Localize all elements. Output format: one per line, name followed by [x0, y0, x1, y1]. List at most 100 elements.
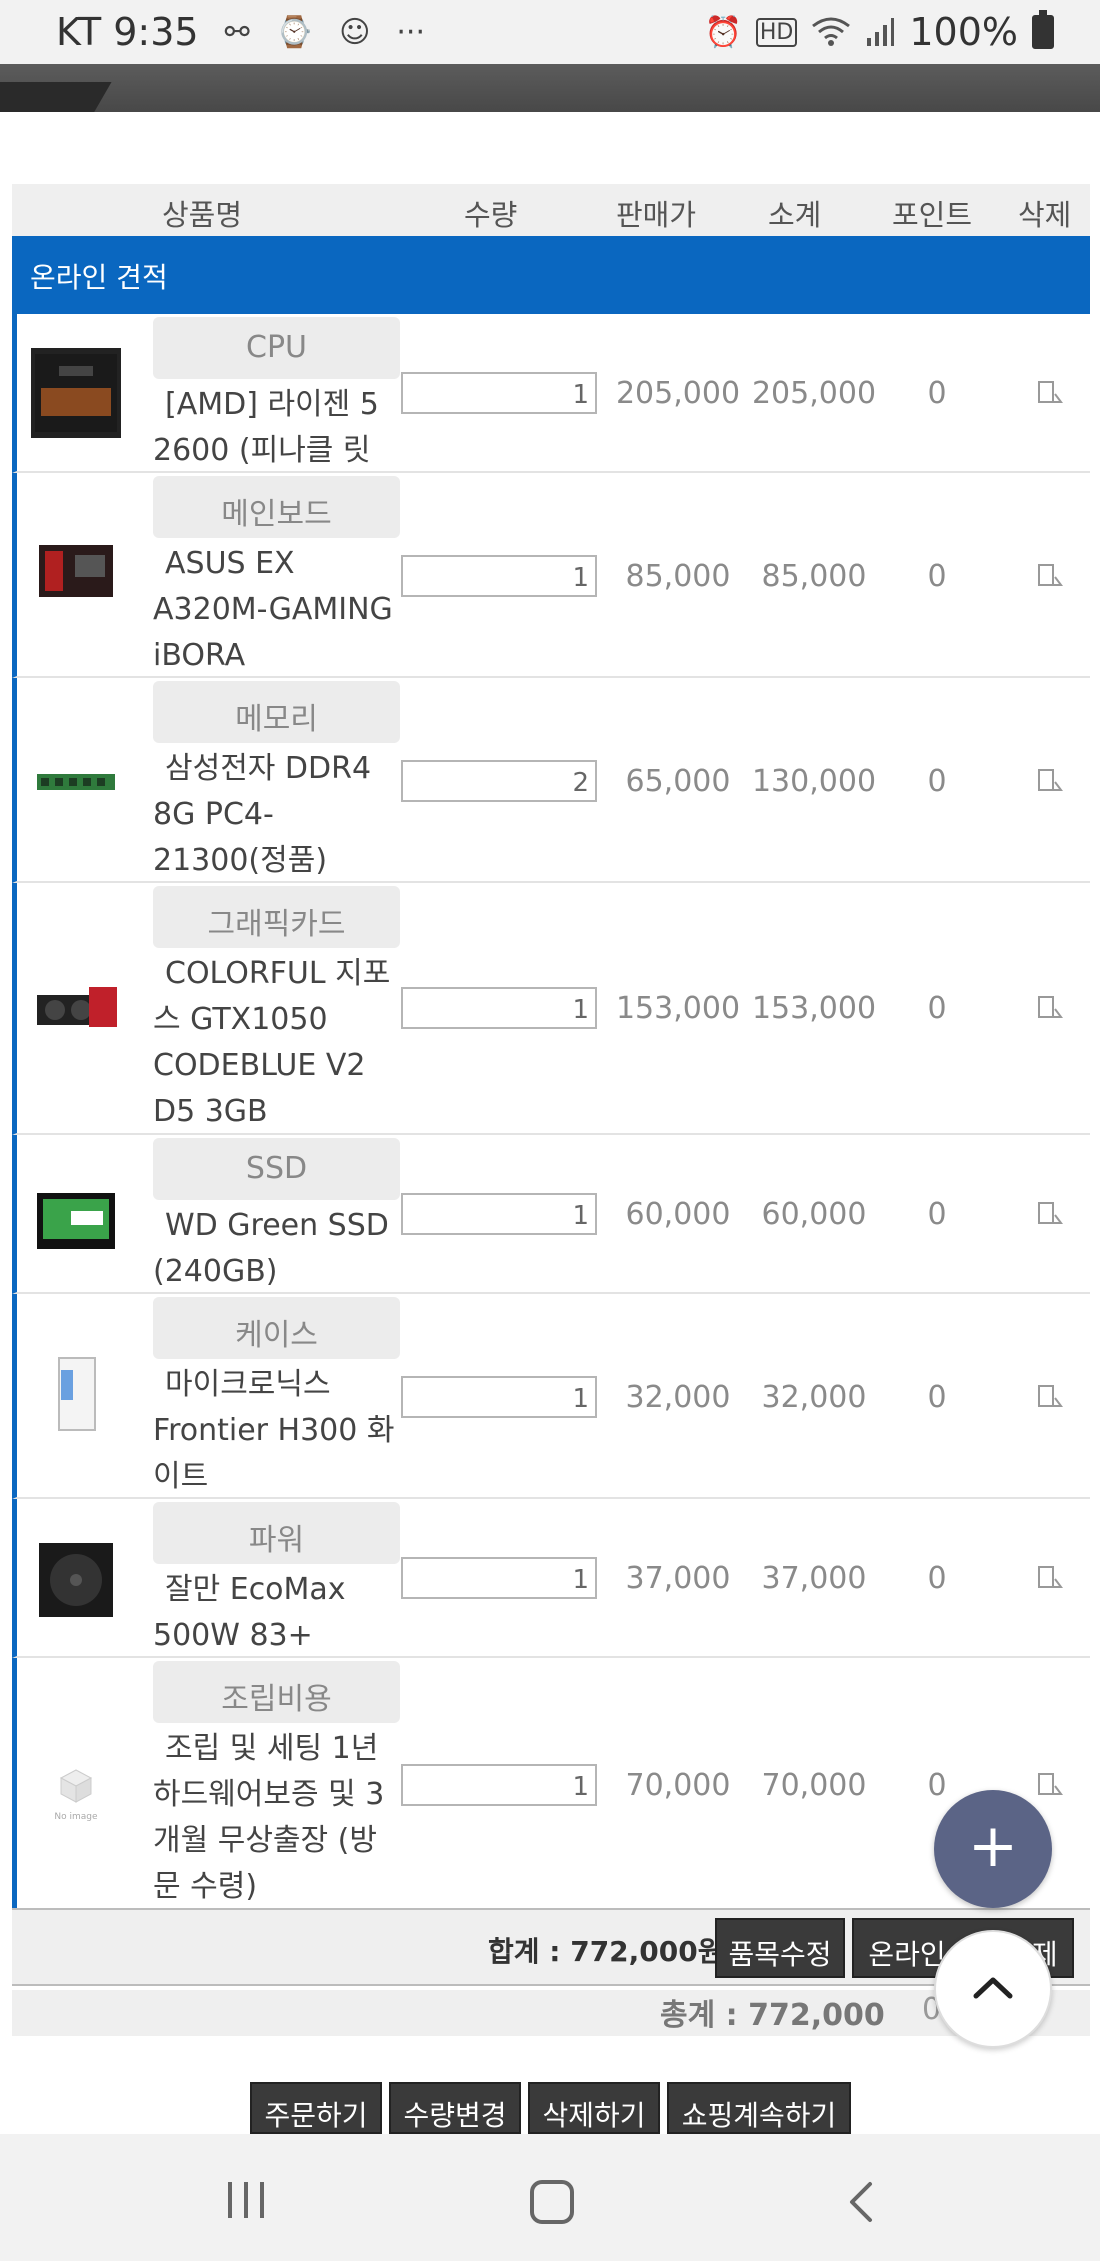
battery-icon	[1032, 10, 1054, 49]
section-title: 온라인 견적	[12, 236, 1090, 314]
product-name[interactable]: 마이크로닉스 Frontier H300 화이트	[153, 1362, 403, 1500]
delete-icon[interactable]	[1035, 1563, 1065, 1593]
unit-price: 85,000	[625, 559, 731, 594]
product-image	[31, 965, 121, 1055]
subtotal: 32,000	[761, 1380, 867, 1415]
points: 0	[927, 1561, 947, 1596]
product-image	[31, 1348, 121, 1438]
table-row: 메모리 삼성전자 DDR4 8G PC4-21300(정품) 2 65,000 …	[12, 678, 1090, 883]
category-label: 메인보드	[153, 476, 400, 538]
delete-button[interactable]: 삭제하기	[528, 2082, 660, 2134]
category-label: 조립비용	[153, 1661, 400, 1723]
product-name[interactable]: COLORFUL 지포스 GTX1050 CODEBLUE V2 D5 3GB	[153, 951, 403, 1135]
points: 0	[927, 1197, 947, 1232]
edit-items-button[interactable]: 품목수정	[715, 1918, 845, 1978]
category-label: CPU	[153, 317, 400, 379]
person-icon: ☺	[339, 14, 371, 50]
quantity-input[interactable]: 1	[401, 372, 597, 414]
delete-icon[interactable]	[1035, 1770, 1065, 1800]
total-label: 총계 : 772,000	[660, 1998, 885, 2033]
delete-icon[interactable]	[1035, 561, 1065, 591]
product-name[interactable]: 잘만 EcoMax 500W 83+	[153, 1567, 403, 1659]
points: 0	[927, 376, 947, 411]
unit-price: 70,000	[625, 1768, 731, 1803]
back-icon[interactable]	[842, 2178, 882, 2226]
unit-price: 32,000	[625, 1380, 731, 1415]
status-bar: KT 9:35 ⚯ ⌚ ☺ ··· ⏰ HD 100%	[0, 0, 1100, 64]
product-name[interactable]: 삼성전자 DDR4 8G PC4-21300(정품)	[153, 746, 403, 884]
product-image	[31, 348, 121, 438]
delete-icon[interactable]	[1035, 1382, 1065, 1412]
col-delete: 삭제	[1018, 198, 1072, 232]
delete-icon[interactable]	[1035, 766, 1065, 796]
table-header: 상품명 수량 판매가 소계 포인트 삭제	[12, 184, 1090, 236]
link-icon: ⚯	[224, 14, 250, 50]
category-label: 파워	[153, 1502, 400, 1564]
category-label: 그래픽카드	[153, 886, 400, 948]
col-points: 포인트	[892, 198, 973, 232]
col-price: 판매가	[616, 198, 697, 232]
order-button[interactable]: 주문하기	[250, 2082, 382, 2134]
status-left: KT 9:35 ⚯ ⌚ ☺ ···	[56, 10, 425, 54]
recent-apps-icon[interactable]	[224, 2178, 268, 2222]
change-quantity-button[interactable]: 수량변경	[389, 2082, 521, 2134]
product-image	[31, 1533, 121, 1623]
navigation-bar	[0, 2134, 1100, 2261]
subtotal: 85,000	[761, 559, 867, 594]
subtotal: 37,000	[761, 1561, 867, 1596]
product-name[interactable]: WD Green SSD (240GB)	[153, 1203, 403, 1295]
product-name[interactable]: 조립 및 세팅 1년 하드웨어보증 및 3개월 무상출장 (방문 수령)	[153, 1726, 403, 1910]
subtotal: 60,000	[761, 1197, 867, 1232]
delete-icon[interactable]	[1035, 993, 1065, 1023]
quantity-input[interactable]: 1	[401, 1193, 597, 1235]
quantity-input[interactable]: 1	[401, 1557, 597, 1599]
subtotal: 130,000	[751, 764, 877, 799]
chevron-up-icon	[973, 1977, 1013, 1999]
category-label: 메모리	[153, 681, 400, 743]
product-image	[31, 1179, 121, 1269]
points: 0	[927, 991, 947, 1026]
table-row: 파워 잘만 EcoMax 500W 83+ 1 37,000 37,000 0	[12, 1499, 1090, 1658]
product-image: No image	[31, 1758, 121, 1848]
points: 0	[927, 1380, 947, 1415]
product-image	[31, 740, 121, 830]
product-name[interactable]: ASUS EX A320M-GAMING iBORA	[153, 541, 403, 679]
scroll-top-button[interactable]	[934, 1930, 1052, 2048]
table-row: 그래픽카드 COLORFUL 지포스 GTX1050 CODEBLUE V2 D…	[12, 883, 1090, 1135]
total-bar: 총계 : 772,000 0	[12, 1990, 1090, 2036]
status-right: ⏰ HD 100%	[705, 10, 1054, 54]
summary-bar: 합계 : 772,000원 품목수정 온라인 견적삭제	[12, 1908, 1090, 1986]
quantity-input[interactable]: 1	[401, 555, 597, 597]
continue-shopping-button[interactable]: 쇼핑계속하기	[667, 2082, 851, 2134]
delete-icon[interactable]	[1035, 378, 1065, 408]
table-row: 케이스 마이크로닉스 Frontier H300 화이트 1 32,000 32…	[12, 1294, 1090, 1499]
quantity-input[interactable]: 1	[401, 987, 597, 1029]
col-product: 상품명	[162, 198, 243, 232]
add-fab-button[interactable]: +	[934, 1790, 1052, 1908]
table-row: No image 조립비용 조립 및 세팅 1년 하드웨어보증 및 3개월 무상…	[12, 1658, 1090, 1908]
top-banner	[0, 64, 1100, 112]
more-icon: ···	[396, 14, 425, 50]
col-quantity: 수량	[464, 198, 518, 232]
unit-price: 37,000	[625, 1561, 731, 1596]
category-label: 케이스	[153, 1297, 400, 1359]
signal-icon	[867, 18, 895, 46]
sum-label: 합계 : 772,000원	[488, 1935, 724, 1968]
alarm-icon: ⏰	[704, 14, 742, 50]
quantity-input[interactable]: 1	[401, 1764, 597, 1806]
unit-price: 153,000	[615, 991, 741, 1026]
home-icon[interactable]	[528, 2178, 576, 2226]
watch-icon: ⌚	[275, 14, 314, 50]
wifi-icon	[812, 17, 851, 46]
unit-price: 205,000	[615, 376, 741, 411]
table-row: SSD WD Green SSD (240GB) 1 60,000 60,000…	[12, 1135, 1090, 1294]
category-label: SSD	[153, 1138, 400, 1200]
quantity-input[interactable]: 1	[401, 1376, 597, 1418]
hd-icon: HD	[755, 17, 798, 47]
unit-price: 65,000	[625, 764, 731, 799]
battery-percent: 100%	[909, 10, 1018, 54]
subtotal: 205,000	[751, 376, 877, 411]
delete-icon[interactable]	[1035, 1199, 1065, 1229]
table-row: 메인보드 ASUS EX A320M-GAMING iBORA 1 85,000…	[12, 473, 1090, 678]
quantity-input[interactable]: 2	[401, 760, 597, 802]
